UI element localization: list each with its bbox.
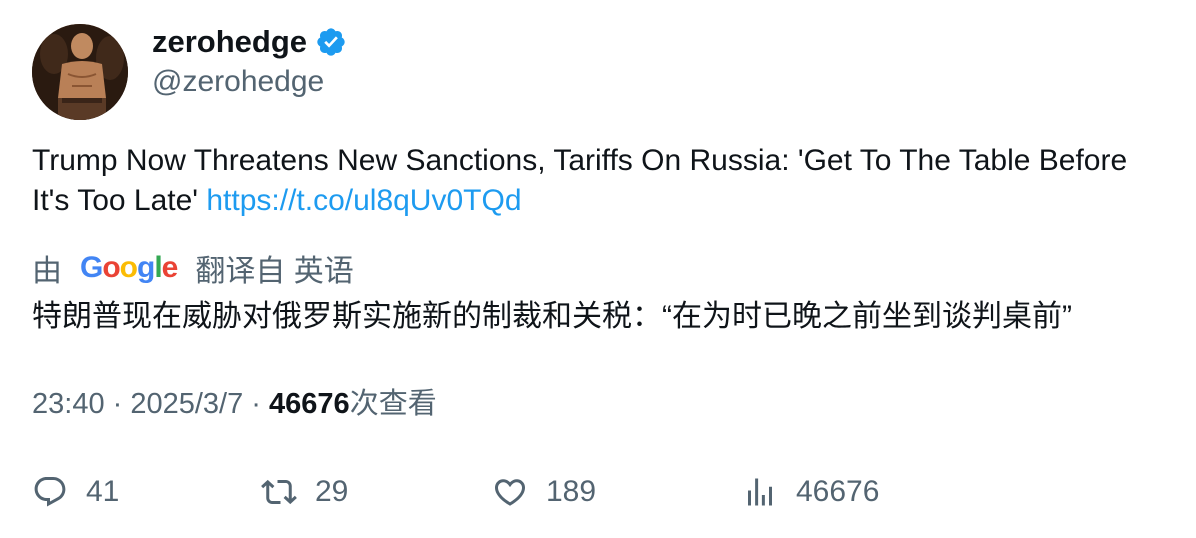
- tweet-card: zerohedge @zerohedge Trump Now Threatens…: [0, 0, 1196, 538]
- retweet-count: 29: [315, 475, 349, 508]
- tweet-text: Trump Now Threatens New Sanctions, Tarif…: [32, 141, 1172, 221]
- tweet-date[interactable]: 2025/3/7: [130, 388, 243, 420]
- like-button[interactable]: 189: [492, 470, 596, 514]
- tweet-time[interactable]: 23:40: [32, 388, 105, 420]
- reply-icon: [34, 477, 66, 507]
- translated-by-label: 由: [32, 255, 62, 288]
- retweet-button[interactable]: 29: [261, 470, 348, 514]
- avatar-image: [32, 24, 128, 120]
- heart-icon: [494, 479, 526, 506]
- translated-from-label: 翻译自 英语: [195, 255, 354, 288]
- tweet-body: Trump Now Threatens New Sanctions, Tarif…: [32, 144, 1128, 217]
- avatar[interactable]: [32, 24, 128, 120]
- reply-count: 41: [86, 475, 120, 508]
- verified-badge-icon: [315, 26, 347, 58]
- views-action-count: 46676: [796, 475, 880, 508]
- display-name[interactable]: zerohedge: [152, 22, 347, 62]
- bar-chart-icon: [748, 478, 772, 506]
- reply-button[interactable]: 41: [32, 470, 119, 514]
- views-count: 46676: [269, 388, 350, 420]
- meta-separator: ·: [104, 388, 131, 420]
- views-label: 次查看: [349, 388, 437, 420]
- retweet-icon: [261, 479, 297, 505]
- tweet-link[interactable]: https://t.co/ul8qUv0TQd: [206, 184, 521, 217]
- like-count: 189: [546, 475, 597, 508]
- action-bar: 41 29 189 46676: [0, 470, 1196, 514]
- translation-attribution: 由 Google 翻译自 英语: [32, 246, 354, 290]
- views-button[interactable]: 46676: [742, 470, 879, 514]
- display-name-text: zerohedge: [152, 24, 308, 59]
- user-handle[interactable]: @zerohedge: [152, 62, 324, 102]
- google-logo[interactable]: Google: [80, 251, 178, 285]
- meta-separator: ·: [243, 388, 270, 420]
- translated-text: 特朗普现在威胁对俄罗斯实施新的制裁和关税：“在为时已晚之前坐到谈判桌前”: [32, 300, 1072, 333]
- tweet-meta: 23:40 · 2025/3/7 · 46676次查看: [32, 384, 437, 424]
